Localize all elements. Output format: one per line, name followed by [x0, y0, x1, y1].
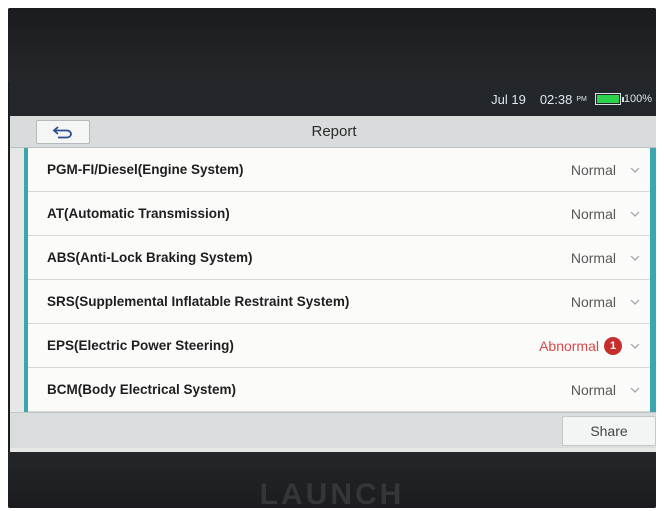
brand-logo: LAUNCH: [259, 478, 405, 508]
system-name: AT(Automatic Transmission): [47, 206, 230, 221]
battery-icon: [594, 93, 624, 105]
system-row-transmission[interactable]: AT(Automatic Transmission) Normal: [28, 192, 650, 236]
system-name: ABS(Anti-Lock Braking System): [47, 250, 253, 265]
chevron-down-icon[interactable]: [630, 253, 640, 263]
system-status: Normal: [570, 161, 616, 178]
device-bezel-top: [8, 8, 656, 82]
status-time: 02:38: [539, 91, 573, 107]
bottom-action-bar: Share: [10, 412, 656, 448]
system-report-list: PGM-FI/Diesel(Engine System) Normal AT(A…: [28, 148, 650, 412]
system-status: Normal: [570, 293, 616, 310]
device-screen: Jul 19 02:38 PM 100% Report PGM-FI/Diese…: [10, 82, 656, 452]
system-status: Normal: [570, 205, 616, 222]
system-row-eps[interactable]: EPS(Electric Power Steering) Abnormal 1: [28, 324, 650, 368]
system-name: BCM(Body Electrical System): [47, 382, 237, 397]
list-accent-right: [650, 148, 656, 412]
system-name: PGM-FI/Diesel(Engine System): [47, 162, 244, 177]
system-status: Normal: [570, 381, 616, 398]
status-ampm: PM: [576, 95, 587, 103]
system-row-abs[interactable]: ABS(Anti-Lock Braking System) Normal: [28, 236, 650, 280]
fault-count-badge: 1: [604, 336, 622, 355]
system-status-abnormal: Abnormal: [539, 337, 599, 354]
title-bar: Report: [10, 116, 656, 148]
page-title: Report: [311, 123, 357, 140]
device-photo: Jul 19 02:38 PM 100% Report PGM-FI/Diese…: [8, 8, 656, 508]
chevron-down-icon[interactable]: [630, 385, 640, 395]
chevron-down-icon[interactable]: [630, 209, 640, 219]
share-button[interactable]: Share: [562, 416, 656, 446]
battery-fill: [596, 95, 619, 103]
system-row-srs[interactable]: SRS(Supplemental Inflatable Restraint Sy…: [28, 280, 650, 324]
chevron-down-icon[interactable]: [630, 165, 640, 175]
status-bar: Jul 19 02:38 PM 100%: [10, 82, 656, 116]
chevron-down-icon[interactable]: [630, 297, 640, 307]
system-name: SRS(Supplemental Inflatable Restraint Sy…: [47, 294, 350, 309]
system-row-engine[interactable]: PGM-FI/Diesel(Engine System) Normal: [28, 148, 650, 192]
system-name: EPS(Electric Power Steering): [47, 338, 234, 353]
system-row-bcm[interactable]: BCM(Body Electrical System) Normal: [28, 368, 650, 412]
system-status: Normal: [570, 249, 616, 266]
battery-percent: 100%: [623, 93, 652, 105]
device-bezel-bottom: LAUNCH: [8, 452, 656, 508]
chevron-down-icon[interactable]: [630, 341, 640, 351]
status-date: Jul 19: [491, 91, 526, 107]
